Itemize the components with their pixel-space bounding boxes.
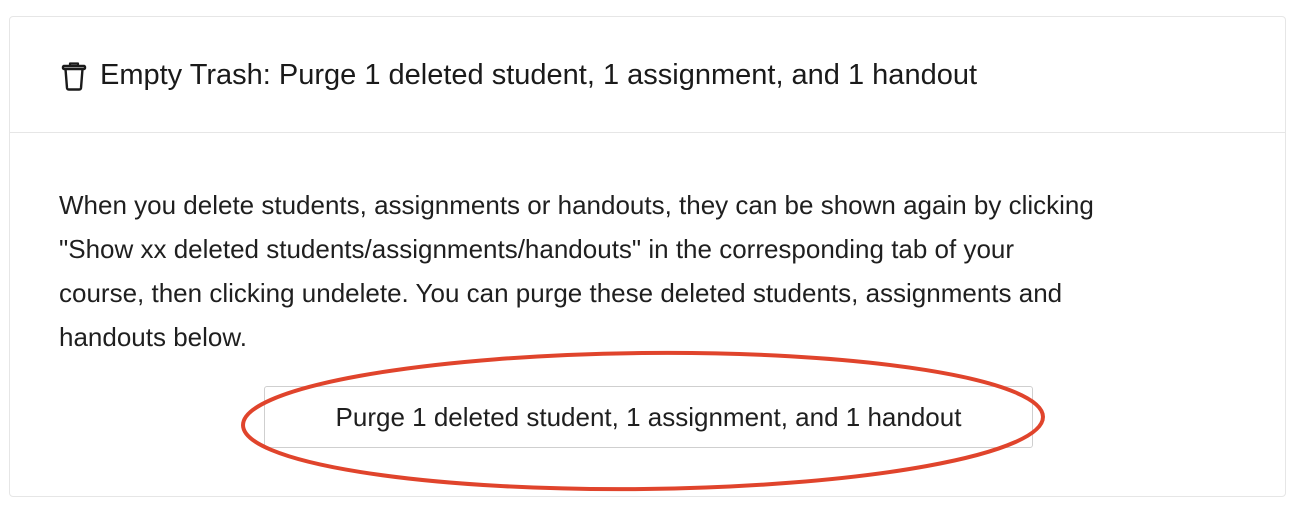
card-body: When you delete students, assignments or…	[10, 133, 1285, 496]
purge-button[interactable]: Purge 1 deleted student, 1 assignment, a…	[264, 386, 1033, 448]
description-line: When you delete students, assignments or…	[59, 190, 1094, 220]
trash-description: When you delete students, assignments or…	[59, 183, 1239, 359]
trash-icon	[60, 61, 88, 91]
empty-trash-card: Empty Trash: Purge 1 deleted student, 1 …	[9, 16, 1286, 497]
description-line: handouts below.	[59, 322, 247, 352]
card-header: Empty Trash: Purge 1 deleted student, 1 …	[10, 17, 1285, 133]
description-line: "Show xx deleted students/assignments/ha…	[59, 234, 1015, 264]
card-title: Empty Trash: Purge 1 deleted student, 1 …	[100, 59, 978, 91]
description-line: course, then clicking undelete. You can …	[59, 278, 1063, 308]
